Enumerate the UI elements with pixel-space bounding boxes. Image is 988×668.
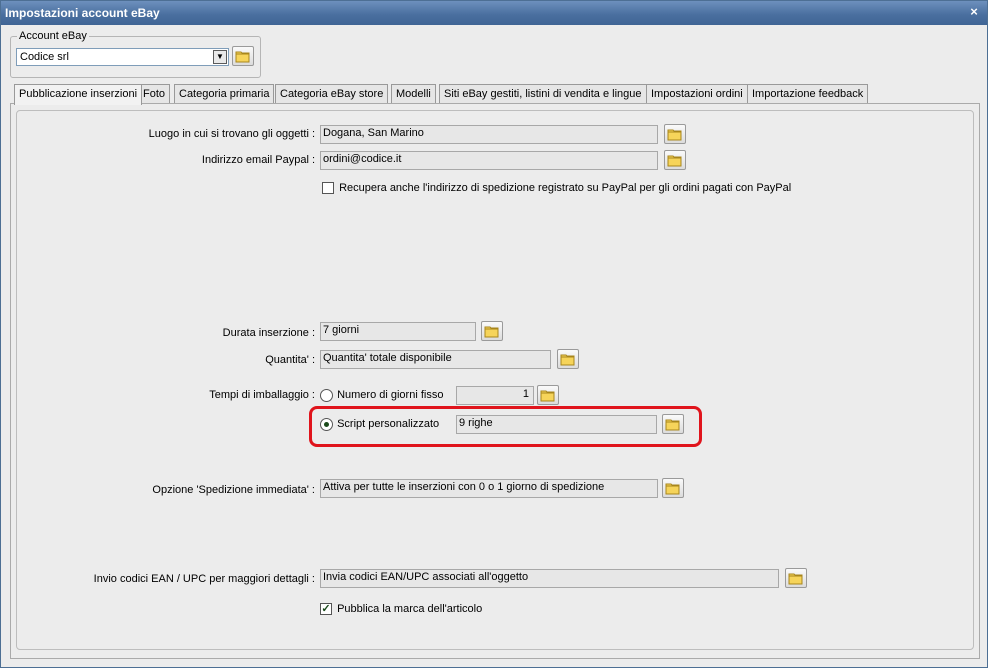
duration-field[interactable]: 7 giorni <box>320 322 476 341</box>
packing-fixed-label: Numero di giorni fisso <box>337 389 444 401</box>
location-field[interactable]: Dogana, San Marino <box>320 125 658 144</box>
duration-label: Durata inserzione : <box>222 327 315 339</box>
chevron-down-icon[interactable]: ▼ <box>213 50 227 64</box>
tab-pubblicazione-inserzioni[interactable]: Pubblicazione inserzioni <box>14 84 143 105</box>
title-bar: Impostazioni account eBay × <box>1 1 987 25</box>
paypal-browse-button[interactable] <box>664 150 686 170</box>
tab-categoria-primaria[interactable]: Categoria primaria <box>174 84 275 104</box>
folder-icon <box>484 326 499 338</box>
close-icon[interactable]: × <box>967 5 981 19</box>
ean-field[interactable]: Invia codici EAN/UPC associati all'ogget… <box>320 569 779 588</box>
folder-icon <box>667 155 682 167</box>
packing-fixed-option[interactable]: Numero di giorni fisso <box>320 389 443 405</box>
ean-browse-button[interactable] <box>785 568 807 588</box>
immediate-shipping-browse-button[interactable] <box>662 478 684 498</box>
packing-script-option[interactable]: Script personalizzato <box>320 418 439 434</box>
packing-script-browse-button[interactable] <box>662 414 684 434</box>
location-browse-button[interactable] <box>664 124 686 144</box>
packing-fixed-browse-button[interactable] <box>537 385 559 405</box>
folder-icon <box>560 354 575 366</box>
tab-modelli[interactable]: Modelli <box>391 84 436 104</box>
packing-script-field[interactable]: 9 righe <box>456 415 657 434</box>
tab-importazione-feedback[interactable]: Importazione feedback <box>747 84 869 104</box>
paypal-shipping-checkbox-label: Recupera anche l'indirizzo di spedizione… <box>339 182 792 195</box>
folder-icon <box>665 419 680 431</box>
tab-categoria-ebay-store[interactable]: Categoria eBay store <box>275 84 389 104</box>
account-select[interactable]: Codice srl ▼ <box>16 48 229 66</box>
radio-selected-dot <box>324 422 329 427</box>
immediate-shipping-label: Opzione 'Spedizione immediata' : <box>152 484 315 496</box>
paypal-shipping-option[interactable]: Recupera anche l'indirizzo di spedizione… <box>322 182 792 195</box>
folder-icon <box>788 573 803 585</box>
packing-script-label: Script personalizzato <box>337 418 440 430</box>
packing-script-radio[interactable] <box>320 418 333 431</box>
brand-checkbox[interactable]: ✓ <box>320 603 332 616</box>
account-group-label: Account eBay <box>17 30 89 42</box>
tab-siti-ebay[interactable]: Siti eBay gestiti, listini di vendita e … <box>439 84 647 104</box>
account-browse-button[interactable] <box>232 46 254 66</box>
brand-option[interactable]: ✓ Pubblica la marca dell'articolo <box>320 603 483 616</box>
ean-label: Invio codici EAN / UPC per maggiori dett… <box>93 573 315 585</box>
folder-icon <box>540 390 555 402</box>
window-title: Impostazioni account eBay <box>5 6 160 20</box>
folder-icon <box>665 483 680 495</box>
duration-browse-button[interactable] <box>481 321 503 341</box>
folder-icon <box>667 129 682 141</box>
paypal-email-field[interactable]: ordini@codice.it <box>320 151 658 170</box>
account-select-value: Codice srl <box>20 51 69 63</box>
quantity-browse-button[interactable] <box>557 349 579 369</box>
brand-checkbox-label: Pubblica la marca dell'articolo <box>337 603 483 616</box>
paypal-label: Indirizzo email Paypal : <box>201 154 315 166</box>
quantity-field[interactable]: Quantita' totale disponibile <box>320 350 551 369</box>
packing-fixed-days-field[interactable]: 1 <box>456 386 534 405</box>
immediate-shipping-field[interactable]: Attiva per tutte le inserzioni con 0 o 1… <box>320 479 658 498</box>
paypal-shipping-checkbox[interactable] <box>322 182 334 195</box>
folder-icon <box>235 51 250 63</box>
tab-foto[interactable]: Foto <box>138 84 171 104</box>
packing-fixed-radio[interactable] <box>320 389 333 402</box>
quantity-label: Quantita' : <box>265 354 315 366</box>
tab-impostazioni-ordini[interactable]: Impostazioni ordini <box>646 84 748 104</box>
packing-label: Tempi di imballaggio : <box>209 389 315 401</box>
location-label: Luogo in cui si trovano gli oggetti : <box>148 128 315 140</box>
